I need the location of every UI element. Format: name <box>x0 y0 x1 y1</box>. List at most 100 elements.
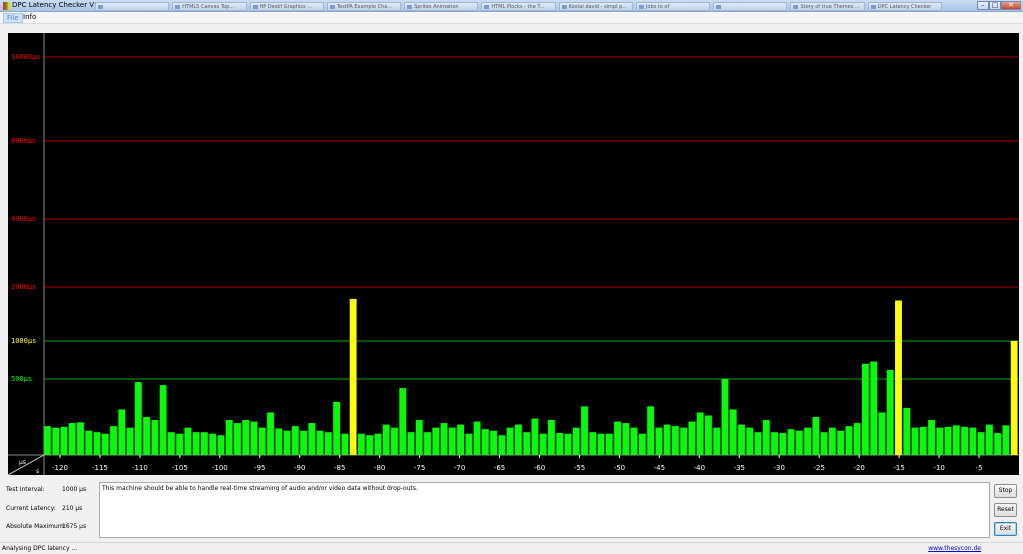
latency-bar <box>812 417 820 455</box>
x-tick-label: -105 <box>172 464 188 472</box>
latency-bar <box>680 427 688 455</box>
taskbar-button[interactable]: Story of true Themes ... <box>790 2 865 11</box>
taskbar-button[interactable]: TestPA Example Cha... <box>326 2 402 11</box>
latency-bar <box>886 369 894 455</box>
latency-bar <box>415 420 423 455</box>
current-latency-label: Current Latency: <box>6 505 56 512</box>
latency-bar <box>878 412 886 455</box>
title-bar[interactable]: DPC Latency Checker V1.3.0 – □ ✕ HTML5 C… <box>0 0 1023 12</box>
latency-bar <box>498 435 506 455</box>
latency-bar <box>184 427 192 455</box>
status-text: Analysing DPC latency ... <box>2 545 78 552</box>
latency-bar <box>729 409 737 455</box>
x-tick-label: -80 <box>374 464 385 472</box>
latency-bar <box>630 427 638 455</box>
latency-bar <box>746 427 754 455</box>
latency-bar <box>93 432 101 455</box>
x-unit-label: s <box>36 468 39 475</box>
latency-bar <box>539 433 547 455</box>
latency-bar <box>1010 341 1018 455</box>
latency-bar <box>448 427 456 455</box>
latency-bar <box>713 427 721 455</box>
latency-bar <box>779 432 787 455</box>
latency-bar <box>44 426 51 455</box>
latency-bar <box>159 385 167 455</box>
y-tick-label: 8000µs <box>11 137 36 145</box>
latency-bar <box>200 432 208 455</box>
menu-bar: File Info <box>0 12 1023 24</box>
latency-bar <box>225 420 233 455</box>
x-tick-label: -45 <box>654 464 665 472</box>
latency-bar <box>465 433 473 455</box>
latency-bar <box>101 433 109 455</box>
latency-bar <box>985 424 993 455</box>
stop-button[interactable]: Stop <box>994 484 1017 498</box>
taskbar-button[interactable]: Sprites Animation <box>404 2 479 11</box>
app-window: DPC Latency Checker V1.3.0 – □ ✕ HTML5 C… <box>0 0 1023 554</box>
latency-bar <box>192 432 200 455</box>
x-tick-label: -100 <box>212 464 228 472</box>
latency-bar <box>424 432 431 455</box>
latency-bar <box>688 421 696 455</box>
latency-bar <box>167 432 175 455</box>
x-tick-label: -120 <box>52 464 68 472</box>
taskbar-button[interactable]: HTML5 Canvas Top... <box>172 2 247 11</box>
latency-bar <box>754 432 762 455</box>
menu-info[interactable]: Info <box>20 13 39 23</box>
latency-bar <box>663 424 671 455</box>
latency-bar <box>300 430 308 455</box>
latency-bar <box>820 432 828 455</box>
latency-bar <box>597 433 605 455</box>
latency-bar <box>622 423 630 455</box>
close-button[interactable]: ✕ <box>1001 1 1021 10</box>
y-tick-label: 2000µs <box>11 283 36 291</box>
maximize-button[interactable]: □ <box>989 1 1001 10</box>
x-tick-label: -90 <box>294 464 305 472</box>
minimize-button[interactable]: – <box>977 1 989 10</box>
taskbar-button[interactable]: Kostal david - simpl p... <box>558 2 633 11</box>
latency-bar <box>911 427 919 455</box>
taskbar-button[interactable]: DPC Latency Checker <box>867 2 942 11</box>
taskbar-button[interactable] <box>95 2 170 11</box>
latency-bar <box>382 424 390 455</box>
absolute-maximum-value: 1675 µs <box>62 523 87 530</box>
taskbar-button[interactable]: Jobs to of <box>635 2 711 11</box>
latency-bar <box>357 433 365 455</box>
x-tick-label: -50 <box>614 464 625 472</box>
x-tick-label: -30 <box>774 464 785 472</box>
latency-bar <box>77 422 84 455</box>
website-link[interactable]: www.thesycon.de <box>928 545 981 552</box>
latency-bar <box>1002 425 1010 455</box>
latency-bar <box>589 432 597 455</box>
latency-bar <box>267 412 274 455</box>
latency-bar <box>853 423 861 455</box>
latency-bar <box>407 432 415 455</box>
current-latency-value: 210 µs <box>62 505 83 512</box>
reset-button[interactable]: Reset <box>994 503 1017 517</box>
latency-bar <box>944 426 952 455</box>
latency-bar <box>85 430 93 455</box>
latency-bar <box>341 433 349 455</box>
latency-bar <box>936 427 944 455</box>
latency-bar <box>928 420 935 455</box>
x-tick-label: -115 <box>92 464 108 472</box>
taskbar-button[interactable]: HTML Plocks - the T... <box>481 2 556 11</box>
latency-bar <box>457 424 464 455</box>
latency-bar <box>118 409 126 455</box>
latency-bar <box>209 433 217 455</box>
taskbar-button[interactable] <box>713 2 788 11</box>
latency-bar <box>151 420 159 455</box>
x-tick-label: -40 <box>694 464 705 472</box>
latency-bar <box>952 425 960 455</box>
latency-bar <box>308 423 316 455</box>
y-tick-label: 16000µs <box>11 53 41 61</box>
x-tick-label: -25 <box>813 464 824 472</box>
x-tick-label: -15 <box>893 464 904 472</box>
latency-bar <box>696 412 704 455</box>
taskbar-button[interactable]: HP Deskf Graphics ... <box>249 2 324 11</box>
latency-bar <box>506 427 514 455</box>
latency-bar <box>523 432 531 455</box>
latency-bar <box>919 426 927 455</box>
exit-button[interactable]: Exit <box>994 522 1017 536</box>
latency-bar <box>250 421 258 455</box>
